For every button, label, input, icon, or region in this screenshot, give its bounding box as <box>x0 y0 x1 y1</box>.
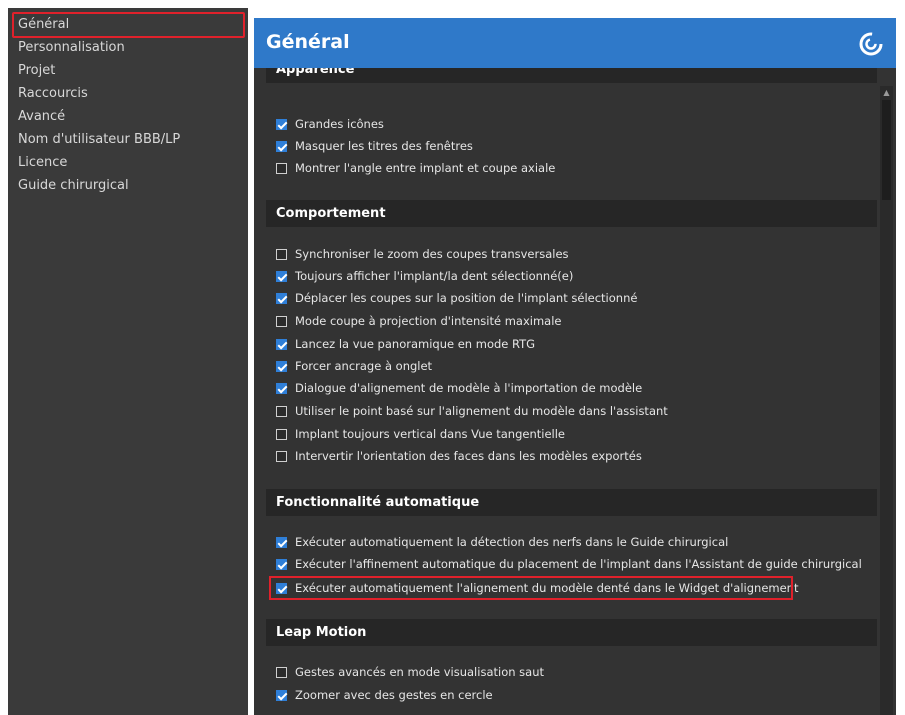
sidebar-item-avance[interactable]: Avancé <box>18 107 65 127</box>
checkbox-label: Zoomer avec des gestes en cercle <box>295 688 493 702</box>
checkbox[interactable] <box>276 360 287 372</box>
checkbox[interactable] <box>276 405 287 417</box>
sidebar-item-general[interactable]: Général <box>18 15 69 35</box>
checkbox[interactable] <box>276 118 287 130</box>
checkbox[interactable] <box>276 450 287 462</box>
section-header-fonctionnalite-automatique: Fonctionnalité automatique <box>266 489 877 516</box>
checkbox-label: Toujours afficher l'implant/la dent séle… <box>295 269 574 283</box>
checkbox-row[interactable]: Gestes avancés en mode visualisation sau… <box>276 662 544 682</box>
checkbox-label: Forcer ancrage à onglet <box>295 359 433 373</box>
checkbox[interactable] <box>276 428 287 440</box>
checkbox-row[interactable]: Masquer les titres des fenêtres <box>276 136 473 156</box>
section-header-comportement: Comportement <box>266 200 877 227</box>
checkbox-label: Intervertir l'orientation des faces dans… <box>295 449 642 463</box>
checkbox-row[interactable]: Zoomer avec des gestes en cercle <box>276 685 493 705</box>
scrollbar-thumb[interactable] <box>882 100 891 200</box>
checkbox-row[interactable]: Montrer l'angle entre implant et coupe a… <box>276 158 555 178</box>
section-header-apparence: Apparence <box>266 68 877 83</box>
sidebar-item-raccourcis[interactable]: Raccourcis <box>18 84 88 104</box>
checkbox-row[interactable]: Grandes icônes <box>276 114 384 134</box>
checkbox-row[interactable]: Synchroniser le zoom des coupes transver… <box>276 244 569 264</box>
sidebar-item-personnalisation[interactable]: Personnalisation <box>18 38 125 58</box>
checkbox[interactable] <box>276 162 287 174</box>
checkbox[interactable] <box>276 292 287 304</box>
checkbox-label: Exécuter automatiquement la détection de… <box>295 535 729 549</box>
checkbox-label: Gestes avancés en mode visualisation sau… <box>295 665 545 679</box>
checkbox[interactable] <box>276 140 287 152</box>
checkbox-label: Utiliser le point basé sur l'alignement … <box>295 404 668 418</box>
checkbox-label: Masquer les titres des fenêtres <box>295 139 473 153</box>
checkbox-row[interactable]: Exécuter l'affinement automatique du pla… <box>276 554 862 574</box>
settings-scroll-area[interactable]: Apparence Grandes icônes Masquer les tit… <box>254 68 896 715</box>
swirl-logo-icon <box>859 32 883 56</box>
checkbox[interactable] <box>276 558 287 570</box>
row-highlight-box <box>269 576 793 600</box>
settings-sidebar: Général Personnalisation Projet Raccourc… <box>8 8 248 715</box>
checkbox-label: Montrer l'angle entre implant et coupe a… <box>295 161 556 175</box>
checkbox-label: Implant toujours vertical dans Vue tange… <box>295 427 565 441</box>
checkbox[interactable] <box>276 338 287 350</box>
scroll-up-icon[interactable]: ▲ <box>880 88 893 98</box>
checkbox-label: Mode coupe à projection d'intensité maxi… <box>295 314 562 328</box>
section-header-leap-motion: Leap Motion <box>266 619 877 646</box>
settings-content-panel: Général Apparence Grandes icônes Masquer… <box>254 18 896 715</box>
checkbox-row[interactable]: Déplacer les coupes sur la position de l… <box>276 288 637 308</box>
sidebar-item-projet[interactable]: Projet <box>18 61 55 81</box>
checkbox[interactable] <box>276 248 287 260</box>
vertical-scrollbar[interactable]: ▲ <box>880 86 893 715</box>
checkbox-label: Dialogue d'alignement de modèle à l'impo… <box>295 381 643 395</box>
checkbox-row[interactable]: Dialogue d'alignement de modèle à l'impo… <box>276 378 642 398</box>
checkbox-label: Grandes icônes <box>295 117 384 131</box>
sidebar-item-nom-utilisateur[interactable]: Nom d'utilisateur BBB/LP <box>18 130 180 150</box>
checkbox-row[interactable]: Toujours afficher l'implant/la dent séle… <box>276 266 573 286</box>
checkbox[interactable] <box>276 666 287 678</box>
checkbox[interactable] <box>276 315 287 327</box>
checkbox-label: Déplacer les coupes sur la position de l… <box>295 291 638 305</box>
checkbox-label: Synchroniser le zoom des coupes transver… <box>295 247 569 261</box>
sidebar-item-licence[interactable]: Licence <box>18 153 67 173</box>
checkbox-row[interactable]: Mode coupe à projection d'intensité maxi… <box>276 311 561 331</box>
checkbox-row[interactable]: Implant toujours vertical dans Vue tange… <box>276 424 565 444</box>
checkbox-label: Exécuter l'affinement automatique du pla… <box>295 557 862 571</box>
checkbox[interactable] <box>276 536 287 548</box>
checkbox-row[interactable]: Forcer ancrage à onglet <box>276 356 432 376</box>
page-header: Général <box>254 18 896 68</box>
checkbox[interactable] <box>276 270 287 282</box>
checkbox-row[interactable]: Lancez la vue panoramique en mode RTG <box>276 334 535 354</box>
page-title: Général <box>266 31 350 53</box>
checkbox-row[interactable]: Exécuter automatiquement la détection de… <box>276 532 728 552</box>
checkbox[interactable] <box>276 689 287 701</box>
sidebar-item-guide-chirurgical[interactable]: Guide chirurgical <box>18 176 129 196</box>
checkbox-row[interactable]: Utiliser le point basé sur l'alignement … <box>276 401 668 421</box>
checkbox-label: Lancez la vue panoramique en mode RTG <box>295 337 536 351</box>
checkbox[interactable] <box>276 382 287 394</box>
checkbox-row[interactable]: Intervertir l'orientation des faces dans… <box>276 446 642 466</box>
